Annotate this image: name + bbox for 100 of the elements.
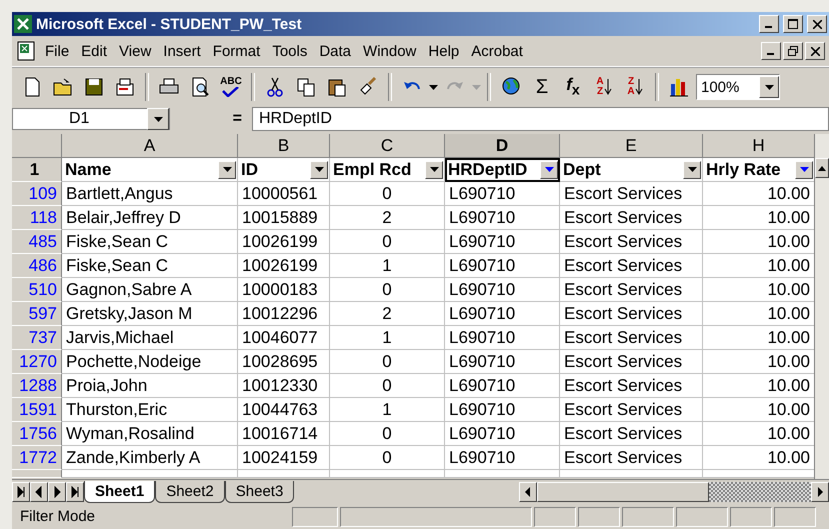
menu-item[interactable]: Edit	[76, 40, 112, 62]
column-header[interactable]: B	[238, 134, 330, 158]
field-header-cell[interactable]: Dept	[560, 158, 703, 182]
close-icon	[812, 20, 822, 28]
table-cell: Escort Services	[560, 302, 703, 326]
row-header[interactable]: 1	[12, 158, 62, 182]
spelling-button[interactable]: ABC	[217, 72, 245, 102]
column-header[interactable]: C	[330, 134, 445, 158]
menu-item[interactable]: Tools	[267, 40, 312, 62]
menu-item[interactable]: Acrobat	[466, 40, 528, 62]
sheet-nav-button[interactable]	[48, 482, 66, 502]
insert-function-button[interactable]: f$_{x}$	[559, 72, 587, 102]
table-cell: L690710	[445, 254, 560, 278]
table-cell: Escort Services	[560, 206, 703, 230]
formula-input[interactable]: HRDeptID	[252, 107, 829, 131]
row-header[interactable]: 485	[12, 230, 62, 254]
menu-item[interactable]: Help	[423, 40, 464, 62]
table-cell: Escort Services	[560, 254, 703, 278]
status-panel	[292, 506, 338, 526]
menu-item[interactable]: File	[40, 40, 74, 62]
table-cell: 1	[330, 254, 445, 278]
table-cell: 10.00	[703, 398, 814, 422]
nav-arrow-icon	[70, 486, 80, 498]
menu-item[interactable]: Window	[358, 40, 422, 62]
restore-button[interactable]	[783, 42, 803, 60]
table-cell: Escort Services	[560, 182, 703, 206]
sort-descending-button[interactable]: Z A	[621, 72, 649, 102]
zoom-dropdown[interactable]: 100%	[696, 74, 780, 100]
filter-dropdown-button[interactable]	[218, 160, 236, 178]
table-cell: Bartlett,Angus	[62, 182, 238, 206]
field-header-cell[interactable]: HRDeptID	[445, 158, 560, 182]
status-panel	[676, 506, 728, 526]
menu-item[interactable]: Format	[208, 40, 266, 62]
table-cell: 10015889	[238, 206, 330, 230]
row-header[interactable]: 1591	[12, 398, 62, 422]
close-button[interactable]	[805, 42, 825, 60]
table-cell: 10.00	[703, 350, 814, 374]
menu-item[interactable]: Insert	[158, 40, 206, 62]
table-cell: 10.00	[703, 182, 814, 206]
vertical-scrollbar[interactable]	[814, 134, 829, 479]
table-cell: Gagnon,Sabre A	[62, 278, 238, 302]
scroll-right-button[interactable]	[811, 482, 829, 502]
table-cell: L690710	[445, 206, 560, 230]
row-header[interactable]: 737	[12, 326, 62, 350]
sheet-tab[interactable]: Sheet1	[84, 481, 156, 503]
table-cell: 10046077	[238, 326, 330, 350]
autosum-button[interactable]: Σ	[528, 72, 556, 102]
row-header[interactable]: 597	[12, 302, 62, 326]
row-header[interactable]: 1288	[12, 374, 62, 398]
caret-icon	[154, 116, 162, 122]
row-header[interactable]: 1270	[12, 350, 62, 374]
down-arrow-icon	[634, 77, 643, 97]
row-header[interactable]: 1772	[12, 446, 62, 470]
scroll-thumb[interactable]	[537, 482, 709, 502]
sheet-nav-button[interactable]	[30, 482, 48, 502]
horizontal-scrollbar[interactable]	[519, 482, 829, 502]
scroll-up-button[interactable]	[815, 158, 829, 178]
table-cell: 10.00	[703, 302, 814, 326]
minimize-button[interactable]	[761, 42, 781, 60]
field-header-cell[interactable]: Empl Rcd	[330, 158, 445, 182]
scroll-left-button[interactable]	[519, 482, 537, 502]
field-header-cell[interactable]: ID	[238, 158, 330, 182]
table-cell: 10.00	[703, 446, 814, 470]
row-header[interactable]: 1756	[12, 422, 62, 446]
column-header[interactable]: A	[62, 134, 238, 158]
minimize-button[interactable]	[759, 15, 779, 33]
maximize-button[interactable]	[783, 15, 803, 33]
table-cell: L690710	[445, 350, 560, 374]
name-box[interactable]: D1	[12, 108, 170, 130]
sort-ascending-button[interactable]: A Z	[590, 72, 618, 102]
sheet-nav-button[interactable]	[66, 482, 84, 502]
field-header-cell[interactable]: Hrly Rate	[703, 158, 814, 182]
status-panel	[730, 506, 772, 526]
table-cell: Jarvis,Michael	[62, 326, 238, 350]
row-header[interactable]: 486	[12, 254, 62, 278]
restore-icon	[788, 46, 798, 56]
column-header[interactable]: D	[445, 134, 560, 158]
row-header[interactable]: 109	[12, 182, 62, 206]
table-cell: Escort Services	[560, 446, 703, 470]
menu-item[interactable]: View	[114, 40, 156, 62]
row-header[interactable]: 510	[12, 278, 62, 302]
sheet-nav-button[interactable]	[12, 482, 30, 502]
table-cell: Escort Services	[560, 326, 703, 350]
filter-dropdown-button[interactable]	[795, 160, 813, 178]
row-header[interactable]: 118	[12, 206, 62, 230]
sheet-tab[interactable]: Sheet3	[224, 481, 294, 503]
filter-dropdown-button[interactable]	[683, 160, 701, 178]
down-arrow-icon	[604, 77, 612, 97]
menu-item[interactable]: Data	[314, 40, 356, 62]
filter-dropdown-button[interactable]	[540, 160, 558, 178]
table-cell: 10024159	[238, 446, 330, 470]
close-button[interactable]	[807, 15, 827, 33]
sheet-tab[interactable]: Sheet2	[155, 481, 225, 503]
table-cell: Escort Services	[560, 278, 703, 302]
select-all-corner[interactable]	[12, 134, 62, 158]
field-header-cell[interactable]: Name	[62, 158, 238, 182]
filter-dropdown-button[interactable]	[425, 160, 443, 178]
filter-dropdown-button[interactable]	[310, 160, 328, 178]
column-header[interactable]: E	[560, 134, 703, 158]
table-cell: 10000561	[238, 182, 330, 206]
